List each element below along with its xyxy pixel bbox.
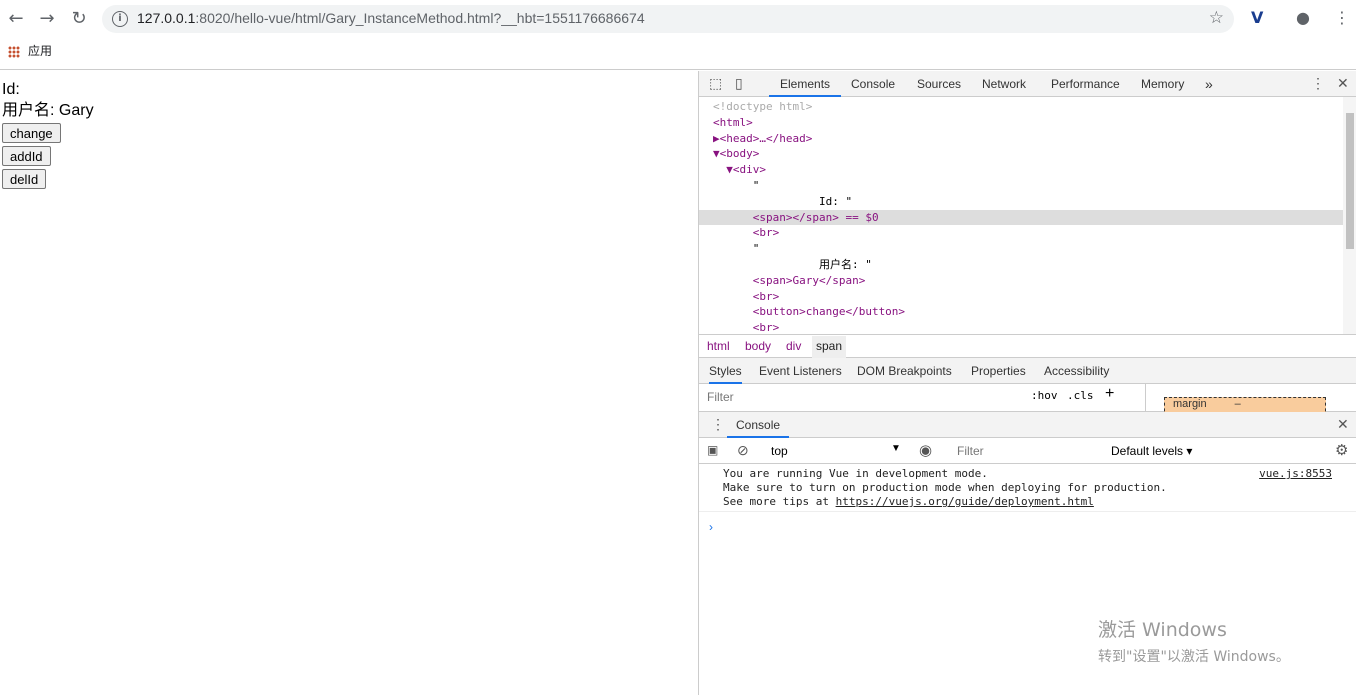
inspect-element-icon[interactable]: ⬚ [709, 75, 722, 92]
context-selector[interactable]: top [771, 444, 788, 458]
devtools-panel: ⬚ ▯ Elements Console Sources Network Per… [698, 71, 1356, 695]
dom-line[interactable]: ▼<div> [713, 162, 1356, 178]
elements-dom-tree: <!doctype html> <html> ▶<head>…</head> ▼… [699, 97, 1356, 334]
devtools-menu-icon[interactable]: ⋮ [1311, 75, 1325, 92]
subtab-accessibility[interactable]: Accessibility [1044, 358, 1109, 384]
apps-grid-icon[interactable] [8, 45, 20, 58]
page-content: Id: 用户名: Gary change addId delId [0, 71, 698, 695]
deployment-link[interactable]: https://vuejs.org/guide/deployment.html [836, 495, 1094, 508]
console-prompt-icon[interactable]: › [709, 520, 713, 534]
drawer-menu-icon[interactable]: ⋮ [711, 416, 725, 433]
dom-line[interactable]: ▶<head>…</head> [713, 131, 1356, 147]
close-drawer-icon[interactable]: ✕ [1337, 416, 1349, 433]
dom-line[interactable]: <br> [713, 225, 1356, 241]
watermark-line2: 转到"设置"以激活 Windows。 [1098, 649, 1290, 665]
apps-bookmark[interactable]: 应用 [28, 44, 52, 58]
tab-memory[interactable]: Memory [1141, 71, 1184, 97]
dom-line[interactable]: 用户名: " [713, 257, 1356, 273]
tab-sources[interactable]: Sources [917, 71, 961, 97]
windows-activation-watermark: 激活 Windows 转到"设置"以激活 Windows。 [1098, 615, 1290, 666]
dom-line[interactable]: <br> [713, 320, 1356, 334]
styles-subtabs: Styles Event Listeners DOM Breakpoints P… [699, 358, 1356, 384]
dom-line[interactable]: <!doctype html> [713, 99, 1356, 115]
live-expression-eye-icon[interactable]: ◉ [919, 441, 932, 459]
message-source-link[interactable]: vue.js:8553 [1259, 467, 1332, 480]
account-icon[interactable]: ● [1296, 8, 1310, 27]
tab-performance[interactable]: Performance [1051, 71, 1120, 97]
dom-line-selected[interactable]: <span></span> == $0 [699, 209, 1356, 226]
dom-line[interactable]: " [713, 241, 1356, 257]
crumb-body[interactable]: body [745, 339, 771, 353]
drawer-tab-console[interactable]: Console [727, 412, 790, 438]
dom-line[interactable]: Id: " [713, 194, 1356, 210]
dom-line[interactable]: <br> [713, 289, 1356, 305]
crumb-span[interactable]: span [812, 336, 847, 358]
styles-filter-bar: Filter :hov .cls + margin – [699, 384, 1356, 417]
change-button[interactable]: change [2, 123, 61, 143]
sidebar-toggle-icon[interactable]: ▣ [707, 443, 718, 457]
subtab-properties[interactable]: Properties [971, 358, 1026, 384]
add-style-rule-icon[interactable]: + [1105, 385, 1114, 403]
dom-line[interactable]: " [713, 178, 1356, 194]
context-dropdown-icon[interactable]: ▼ [891, 443, 901, 454]
hov-toggle[interactable]: :hov [1031, 389, 1058, 402]
tab-network[interactable]: Network [982, 71, 1026, 97]
forward-icon[interactable]: → [36, 8, 58, 30]
log-levels-dropdown[interactable]: Default levels ▾ [1111, 444, 1192, 458]
console-settings-icon[interactable]: ⚙ [1335, 441, 1348, 459]
crumb-div[interactable]: div [786, 339, 801, 353]
elements-scrollbar[interactable] [1343, 97, 1356, 334]
pane-divider [1145, 384, 1146, 412]
cls-toggle[interactable]: .cls [1067, 389, 1094, 402]
dom-line[interactable]: <html> [713, 115, 1356, 131]
close-devtools-icon[interactable]: ✕ [1337, 75, 1349, 92]
tab-console[interactable]: Console [851, 71, 895, 97]
console-message-text: You are running Vue in development mode.… [723, 467, 1167, 508]
add-id-button[interactable]: addId [2, 146, 51, 166]
dom-line[interactable]: <span>Gary</span> [713, 273, 1356, 289]
menu-kebab-icon[interactable]: ⋮ [1334, 8, 1350, 27]
console-toolbar: ▣ ⊘ top ▼ ◉ Filter Default levels ▾ ⚙ [699, 438, 1356, 464]
console-filter-input[interactable]: Filter [957, 444, 984, 458]
bookmarks-bar: 应用 [8, 42, 52, 62]
info-icon[interactable]: i [112, 11, 128, 27]
more-tabs-icon[interactable]: » [1205, 71, 1213, 97]
crumb-html[interactable]: html [707, 339, 730, 353]
dom-line[interactable]: ▼<body> [713, 146, 1356, 162]
console-drawer-tabbar: ⋮ Console ✕ [699, 412, 1356, 438]
vue-devtools-icon[interactable]: V [1251, 8, 1263, 27]
breadcrumb: html body div span [699, 334, 1356, 358]
scrollbar-thumb[interactable] [1346, 113, 1354, 249]
back-icon[interactable]: ← [5, 8, 27, 30]
tab-elements[interactable]: Elements [769, 71, 842, 97]
devtools-tabbar: ⬚ ▯ Elements Console Sources Network Per… [699, 71, 1356, 97]
console-message: You are running Vue in development mode.… [699, 464, 1356, 512]
reload-icon[interactable]: ↻ [68, 8, 90, 30]
subtab-styles[interactable]: Styles [709, 358, 742, 384]
browser-chrome: ← → ↻ i 127.0.0.1:8020/hello-vue/html/Ga… [0, 0, 1356, 70]
subtab-event-listeners[interactable]: Event Listeners [759, 358, 842, 384]
id-line: Id: [2, 81, 20, 98]
url-text[interactable]: 127.0.0.1:8020/hello-vue/html/Gary_Insta… [137, 10, 645, 26]
watermark-line1: 激活 Windows [1098, 619, 1227, 641]
address-bar[interactable]: i 127.0.0.1:8020/hello-vue/html/Gary_Ins… [102, 5, 1234, 33]
bookmark-star-icon[interactable]: ☆ [1209, 8, 1224, 28]
styles-filter-input[interactable]: Filter [701, 387, 1021, 407]
device-toolbar-icon[interactable]: ▯ [735, 75, 743, 92]
dom-line[interactable]: <button>change</button> [713, 304, 1356, 320]
del-id-button[interactable]: delId [2, 169, 47, 189]
username-line: 用户名: Gary [2, 102, 94, 119]
subtab-dom-breakpoints[interactable]: DOM Breakpoints [857, 358, 952, 384]
clear-console-icon[interactable]: ⊘ [737, 442, 749, 459]
